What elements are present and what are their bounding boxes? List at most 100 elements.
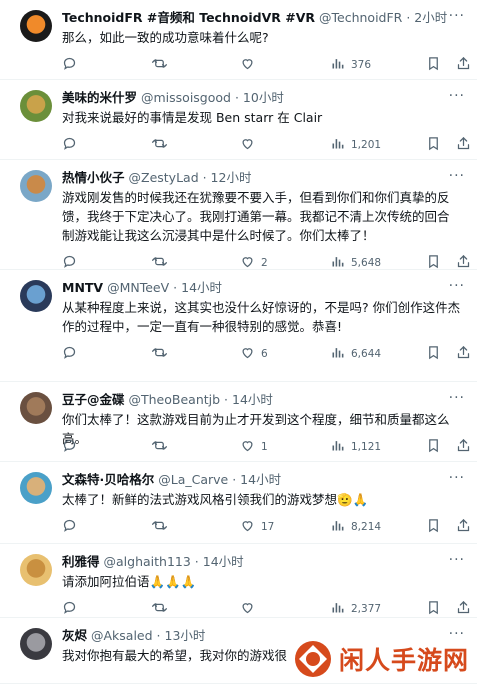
avatar[interactable] (20, 472, 52, 504)
like-button[interactable] (240, 56, 261, 74)
retweet-icon (152, 56, 167, 74)
bookmark-button[interactable] (426, 136, 441, 154)
views-button[interactable]: 2,377 (330, 600, 381, 618)
like-button[interactable]: 1 (240, 438, 268, 456)
display-name[interactable]: 利雅得 (62, 554, 100, 569)
avatar[interactable] (20, 170, 52, 202)
like-button[interactable]: 6 (240, 345, 268, 363)
views-button[interactable]: 8,214 (330, 518, 381, 536)
avatar[interactable] (20, 628, 52, 660)
avatar[interactable] (20, 10, 52, 42)
more-options-icon[interactable]: ··· (449, 390, 465, 406)
heart-icon (240, 600, 255, 618)
reply-button[interactable] (62, 438, 83, 456)
timestamp[interactable]: · 2小时 (406, 10, 447, 25)
tweet-text: 那么，如此一致的成功意味着什么呢? (62, 30, 269, 45)
views-button[interactable]: 1,201 (330, 136, 381, 154)
timestamp[interactable]: · 14小时 (173, 280, 222, 295)
bookmark-icon (426, 56, 441, 74)
retweet-button[interactable] (152, 136, 173, 154)
share-button[interactable] (456, 136, 471, 154)
reply-button[interactable] (62, 600, 83, 618)
more-options-icon[interactable]: ··· (449, 8, 465, 24)
handle[interactable]: @TechnoidFR (319, 10, 402, 25)
share-button[interactable] (456, 600, 471, 618)
timestamp[interactable]: · 10小时 (235, 90, 284, 105)
display-name[interactable]: 灰烬 (62, 628, 87, 643)
display-name[interactable]: 文森特·贝哈格尔 (62, 472, 154, 487)
display-name[interactable]: 热情小伙子 (62, 170, 125, 185)
display-name[interactable]: MNTV (62, 280, 103, 295)
bookmark-icon (426, 136, 441, 154)
tweet[interactable]: 利雅得 @alghaith113 · 14小时 ··· 请添加阿拉伯语🙏🙏🙏 2… (0, 544, 477, 618)
share-button[interactable] (456, 438, 471, 456)
tweet[interactable]: 豆子@金碟 @TheoBeantjb · 14小时 ··· 你们太棒了！这款游戏… (0, 382, 477, 462)
reply-button[interactable] (62, 136, 83, 154)
timestamp[interactable]: · 14小时 (224, 392, 273, 407)
reply-icon (62, 345, 77, 363)
handle[interactable]: @missoisgood (141, 90, 231, 105)
like-count: 1 (261, 441, 268, 453)
retweet-button[interactable] (152, 600, 173, 618)
reply-button[interactable] (62, 56, 83, 74)
bookmark-button[interactable] (426, 600, 441, 618)
tweet-text: 对我来说最好的事情是发现 Ben starr 在 Clair (62, 110, 323, 125)
tweet[interactable]: MNTV @MNTeeV · 14小时 ··· 从某种程度上来说，这其实也没什么… (0, 270, 477, 382)
display-name[interactable]: 豆子@金碟 (62, 392, 125, 407)
more-options-icon[interactable]: ··· (449, 552, 465, 568)
reply-button[interactable] (62, 345, 83, 363)
like-button[interactable] (240, 136, 261, 154)
display-name[interactable]: TechnoidFR #音频和 TechnoidVR #VR (62, 10, 315, 25)
views-button[interactable]: 1,121 (330, 438, 381, 456)
handle[interactable]: @La_Carve (158, 472, 228, 487)
more-options-icon[interactable]: ··· (449, 88, 465, 104)
bar-chart-icon (330, 600, 345, 618)
avatar[interactable] (20, 90, 52, 122)
avatar[interactable] (20, 280, 52, 312)
tweet[interactable]: TechnoidFR #音频和 TechnoidVR #VR @Technoid… (0, 0, 477, 80)
more-options-icon[interactable]: ··· (449, 470, 465, 486)
tweet-actions: 6 6,644 (62, 345, 470, 363)
handle[interactable]: @ZestyLad (129, 170, 199, 185)
more-options-icon[interactable]: ··· (449, 168, 465, 184)
tweet-actions: 1,201 (62, 136, 470, 154)
retweet-button[interactable] (152, 345, 173, 363)
retweet-button[interactable] (152, 518, 173, 536)
heart-icon (240, 438, 255, 456)
views-button[interactable]: 6,644 (330, 345, 381, 363)
handle[interactable]: @alghaith113 (104, 554, 191, 569)
timestamp[interactable]: · 12小时 (203, 170, 252, 185)
view-count: 1,121 (351, 441, 382, 453)
more-options-icon[interactable]: ··· (449, 278, 465, 294)
share-button[interactable] (456, 56, 471, 74)
like-button[interactable] (240, 600, 261, 618)
tweet[interactable]: 热情小伙子 @ZestyLad · 12小时 ··· 游戏刚发售的时候我还在犹豫… (0, 160, 477, 270)
handle[interactable]: @TheoBeantjb (129, 392, 221, 407)
tweet[interactable]: 美味的米什罗 @missoisgood · 10小时 ··· 对我来说最好的事情… (0, 80, 477, 160)
share-button[interactable] (456, 345, 471, 363)
retweet-button[interactable] (152, 56, 173, 74)
handle[interactable]: @Aksaled (91, 628, 153, 643)
reply-button[interactable] (62, 518, 83, 536)
display-name[interactable]: 美味的米什罗 (62, 90, 137, 105)
bookmark-button[interactable] (426, 345, 441, 363)
bookmark-button[interactable] (426, 518, 441, 536)
tweet-header: 热情小伙子 @ZestyLad · 12小时 (62, 170, 447, 186)
avatar[interactable] (20, 392, 52, 424)
like-count: 6 (261, 348, 268, 360)
handle[interactable]: @MNTeeV (107, 280, 169, 295)
tweet-text: 请添加阿拉伯语🙏🙏🙏 (62, 574, 197, 589)
timestamp[interactable]: · 14小时 (232, 472, 281, 487)
view-count: 376 (351, 59, 372, 71)
timestamp[interactable]: · 13小时 (157, 628, 206, 643)
share-button[interactable] (456, 518, 471, 536)
like-button[interactable]: 17 (240, 518, 274, 536)
views-button[interactable]: 376 (330, 56, 371, 74)
timestamp[interactable]: · 14小时 (195, 554, 244, 569)
retweet-button[interactable] (152, 438, 173, 456)
avatar[interactable] (20, 554, 52, 586)
bookmark-button[interactable] (426, 438, 441, 456)
retweet-icon (152, 438, 167, 456)
bookmark-button[interactable] (426, 56, 441, 74)
tweet[interactable]: 文森特·贝哈格尔 @La_Carve · 14小时 ··· 太棒了！新鲜的法式游… (0, 462, 477, 544)
